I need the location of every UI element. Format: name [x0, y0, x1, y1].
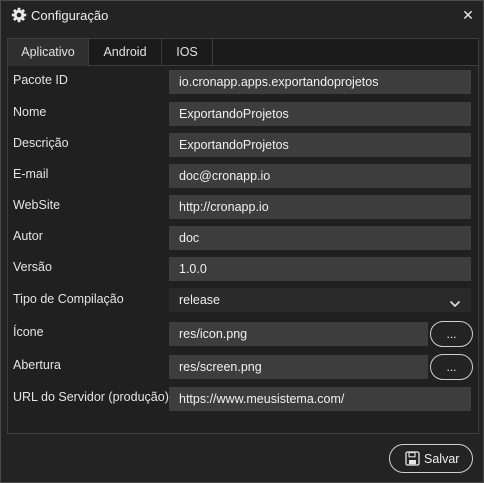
description-field[interactable] — [169, 133, 471, 157]
email-label: E-mail — [13, 167, 49, 181]
save-icon — [405, 451, 420, 466]
close-icon[interactable]: ✕ — [461, 7, 475, 23]
version-label: Versão — [13, 260, 52, 274]
title-bar: Configuração ✕ — [1, 1, 483, 31]
name-field[interactable] — [169, 102, 471, 126]
server-url-field[interactable] — [169, 387, 471, 411]
chevron-down-icon — [449, 294, 461, 307]
package-id-label: Pacote ID — [13, 73, 68, 87]
name-label: Nome — [13, 105, 47, 119]
server-url-label: URL do Servidor (produção) — [13, 390, 169, 404]
config-dialog: Configuração ✕ Aplicativo Android IOS Pa… — [0, 0, 484, 483]
email-field[interactable] — [169, 164, 471, 188]
save-button[interactable]: Salvar — [389, 444, 473, 473]
gear-icon — [11, 7, 27, 23]
splash-label: Abertura — [13, 358, 61, 372]
tab-aplicativo[interactable]: Aplicativo — [8, 39, 89, 66]
version-field[interactable] — [169, 257, 471, 281]
build-type-value: release — [179, 293, 220, 307]
icon-path-field[interactable] — [169, 322, 428, 346]
tab-android[interactable]: Android — [89, 39, 162, 65]
icon-label: Ícone — [13, 325, 44, 339]
splash-browse-button[interactable]: ... — [430, 354, 473, 380]
tab-bar: Aplicativo Android IOS — [8, 39, 478, 66]
website-field[interactable] — [169, 195, 471, 219]
website-label: WebSite — [13, 198, 61, 212]
build-type-select[interactable]: release — [169, 288, 471, 312]
tab-ios[interactable]: IOS — [162, 39, 213, 65]
dialog-title: Configuração — [31, 8, 109, 23]
icon-browse-button[interactable]: ... — [430, 321, 473, 347]
author-field[interactable] — [169, 226, 471, 250]
author-label: Autor — [13, 229, 43, 243]
build-type-label: Tipo de Compilação — [13, 292, 124, 306]
splash-path-field[interactable] — [169, 355, 428, 379]
package-id-field[interactable] — [169, 70, 471, 94]
description-label: Descrição — [13, 136, 69, 150]
save-label: Salvar — [424, 452, 460, 466]
